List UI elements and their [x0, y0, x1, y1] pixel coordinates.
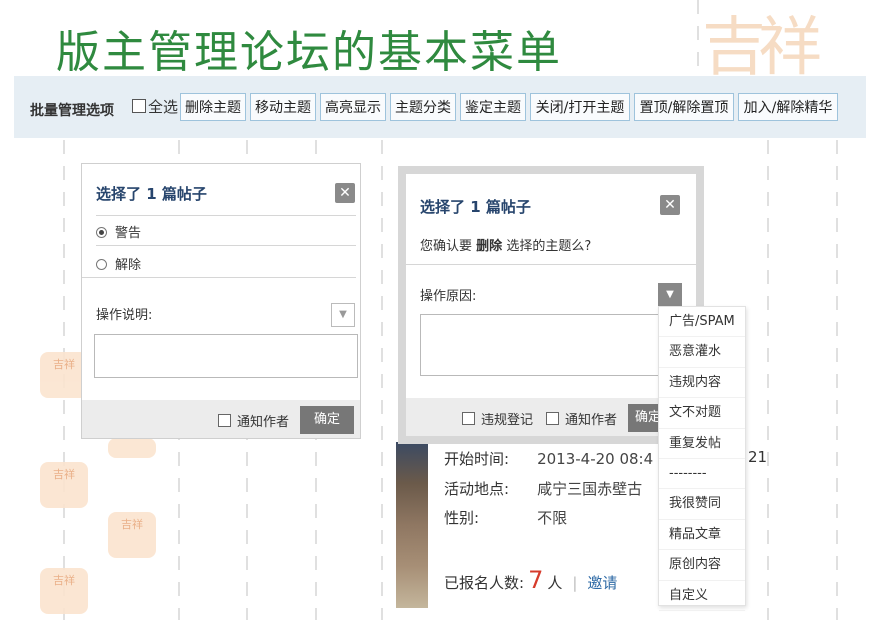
sticky-button[interactable]: 置顶/解除置顶 — [634, 93, 734, 121]
confirm-message: 您确认要 删除 选择的主题么? — [420, 235, 591, 254]
violation-label: 违规登记 — [481, 413, 534, 428]
confirm-prefix: 您确认要 — [420, 239, 473, 254]
reason-dropdown-list: 广告/SPAM 恶意灌水 违规内容 文不对题 重复发帖 -------- 我很赞… — [658, 306, 746, 611]
notify-author-checkbox[interactable]: 通知作者 — [546, 409, 617, 428]
description-label: 操作说明: — [96, 308, 153, 323]
start-time-value: 2013-4-20 08:4 — [537, 450, 654, 468]
checkbox-icon — [218, 414, 231, 427]
dropdown-option[interactable]: 恶意灌水 — [659, 337, 745, 368]
checkbox-icon — [546, 412, 559, 425]
dropdown-option[interactable]: 广告/SPAM — [659, 307, 745, 338]
close-open-topic-button[interactable]: 关闭/打开主题 — [530, 93, 630, 121]
dialog-footer: 通知作者 确定 — [82, 400, 360, 438]
dropdown-option[interactable]: 精品文章 — [659, 520, 745, 551]
dialog-footer: 违规登记 通知作者 确定 — [406, 398, 696, 436]
unset-radio[interactable]: 解除 — [96, 254, 141, 273]
dashed-guide — [767, 140, 769, 620]
warn-radio[interactable]: 警告 — [96, 222, 141, 241]
dropdown-option[interactable]: 违规内容 — [659, 368, 745, 399]
dropdown-option[interactable]: 重复发帖 — [659, 429, 745, 459]
move-topic-button[interactable]: 移动主题 — [250, 93, 316, 121]
description-dropdown[interactable]: ▼ — [331, 303, 355, 327]
place-value: 咸宁三国赤壁古 — [537, 480, 643, 498]
dashed-guide — [836, 140, 838, 620]
violation-checkbox[interactable]: 违规登记 — [462, 409, 533, 428]
highlight-button[interactable]: 高亮显示 — [320, 93, 386, 121]
notify-author-label: 通知作者 — [565, 413, 618, 428]
checkbox-icon — [132, 99, 146, 113]
dropdown-option[interactable]: 自定义 — [659, 581, 745, 611]
description-textarea[interactable] — [94, 334, 358, 378]
gender-value: 不限 — [537, 509, 568, 527]
confirm-button[interactable]: 确定 — [300, 406, 354, 434]
toolbar-label: 批量管理选项 — [30, 103, 114, 119]
dialog-title: 选择了 1 篇帖子 — [420, 198, 531, 216]
close-icon[interactable]: ✕ — [335, 183, 355, 203]
warn-radio-label: 警告 — [115, 226, 142, 241]
divider — [96, 215, 356, 216]
delete-topic-button[interactable]: 删除主题 — [180, 93, 246, 121]
start-time-label: 开始时间: — [444, 450, 510, 468]
category-button[interactable]: 主题分类 — [390, 93, 456, 121]
signup-count: 7 — [528, 566, 544, 594]
radio-icon — [96, 259, 107, 270]
radio-checked-icon — [96, 227, 107, 238]
reason-dropdown[interactable]: ▼ — [658, 283, 682, 307]
dashed-guide — [381, 140, 383, 620]
unset-radio-label: 解除 — [115, 258, 142, 273]
end-time-fragment: 21 — [748, 448, 768, 466]
decorative-stamp-icon: 吉祥 — [108, 512, 156, 558]
dashed-guide — [697, 0, 699, 75]
confirm-action: 删除 — [476, 239, 503, 254]
reason-label: 操作原因: — [420, 289, 477, 304]
slide-title: 版主管理论坛的基本菜单 — [56, 27, 562, 78]
confirm-suffix: 选择的主题么? — [506, 239, 592, 254]
select-all-checkbox[interactable]: 全选 — [132, 96, 178, 117]
signup-count-row: 已报名人数: 7 人 | 邀请 — [444, 566, 617, 594]
gender-row: 性别: 不限 — [444, 507, 567, 528]
dropdown-option[interactable]: 原创内容 — [659, 550, 745, 581]
divider — [406, 264, 696, 265]
notify-author-label: 通知作者 — [237, 415, 290, 430]
dropdown-option[interactable]: 我很赞同 — [659, 489, 745, 520]
signup-unit: 人 — [547, 574, 563, 592]
divider — [96, 245, 356, 246]
place-label: 活动地点: — [444, 480, 510, 498]
dialog-title: 选择了 1 篇帖子 — [96, 185, 207, 203]
reason-textarea[interactable] — [420, 314, 660, 376]
identify-topic-button[interactable]: 鉴定主题 — [460, 93, 526, 121]
decorative-stamp-icon — [108, 438, 156, 458]
gender-label: 性别: — [444, 509, 480, 527]
event-photo — [396, 442, 428, 608]
checkbox-icon — [462, 412, 475, 425]
close-icon[interactable]: ✕ — [660, 195, 680, 215]
separator: | — [572, 574, 578, 592]
invite-link[interactable]: 邀请 — [587, 574, 617, 592]
dropdown-option[interactable]: 文不对题 — [659, 398, 745, 429]
digest-button[interactable]: 加入/解除精华 — [738, 93, 838, 121]
decorative-stamp-icon: 吉祥 — [40, 462, 88, 508]
notify-author-checkbox[interactable]: 通知作者 — [218, 411, 289, 430]
batch-toolbar: 批量管理选项 全选 删除主题 移动主题 高亮显示 主题分类 鉴定主题 关闭/打开… — [14, 76, 866, 138]
decorative-stamp-icon: 吉祥 — [40, 568, 88, 614]
divider — [82, 277, 356, 278]
start-time-row: 开始时间: 2013-4-20 08:4 — [444, 448, 653, 469]
warn-dialog: 选择了 1 篇帖子 ✕ 警告 解除 操作说明: ▼ 通知作者 确定 — [81, 163, 361, 439]
place-row: 活动地点: 咸宁三国赤壁古 — [444, 478, 642, 499]
dropdown-separator: -------- — [659, 459, 745, 490]
signup-label: 已报名人数: — [444, 574, 525, 592]
select-all-label: 全选 — [148, 98, 179, 116]
